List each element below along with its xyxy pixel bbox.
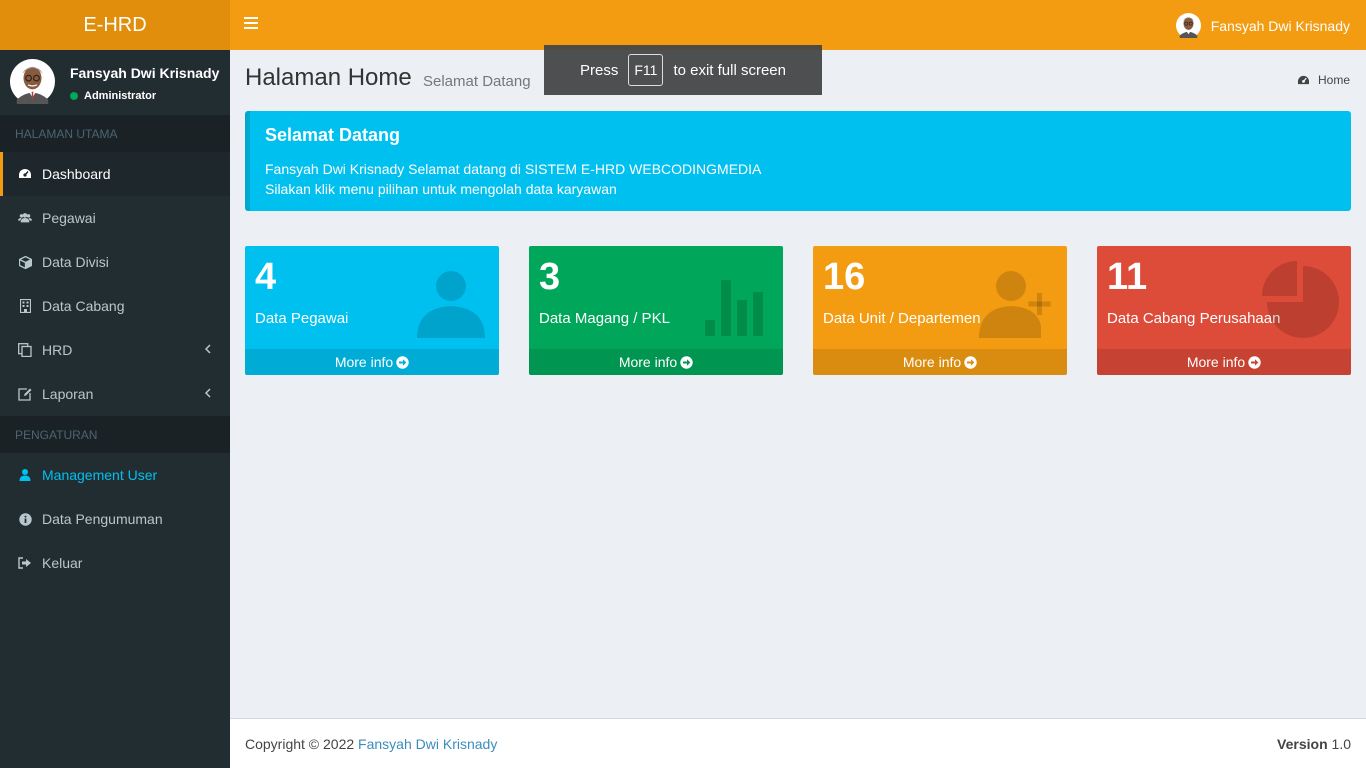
- welcome-callout: Selamat Datang Fansyah Dwi Krisnady Sela…: [245, 111, 1351, 211]
- arrow-circle-right-icon: [680, 356, 693, 369]
- chevron-left-icon: [204, 344, 211, 354]
- logo-text: E-HRD: [83, 13, 147, 36]
- sidebar-section-header: HALAMAN UTAMA: [0, 115, 230, 152]
- stat-box-unit: 16 Data Unit / Departemen More info: [813, 246, 1067, 375]
- top-user-name: Fansyah Dwi Krisnady: [1210, 17, 1350, 34]
- avatar: [1175, 13, 1201, 38]
- author-link[interactable]: Fansyah Dwi Krisnady: [358, 736, 497, 752]
- stat-box-magang: 3 Data Magang / PKL More info: [529, 246, 783, 375]
- sidebar-item-keluar[interactable]: Keluar: [0, 541, 230, 585]
- fullscreen-rest: to exit full screen: [673, 61, 786, 79]
- user-status: Administrator: [70, 90, 156, 102]
- sidebar-item-management-user[interactable]: Management User: [0, 453, 230, 497]
- sidebar-item-label: Management User: [42, 467, 158, 483]
- sidebar-item-data-divisi[interactable]: Data Divisi: [0, 240, 230, 284]
- building-icon: [18, 299, 32, 313]
- sidebar-item-label: Laporan: [42, 386, 94, 402]
- sidebar-item-label: Keluar: [42, 555, 83, 571]
- dashboard-icon: [1297, 75, 1309, 84]
- more-info-link[interactable]: More info: [245, 349, 499, 375]
- dashboard-icon: [18, 167, 32, 181]
- breadcrumb[interactable]: Home: [1297, 73, 1350, 87]
- version-label: Version: [1277, 736, 1328, 752]
- info-icon: [18, 512, 32, 526]
- bar-chart-icon: [705, 280, 763, 336]
- avatar: [10, 59, 55, 104]
- page-subtitle: Selamat Datang: [423, 73, 531, 90]
- stat-box-pegawai: 4 Data Pegawai More info: [245, 246, 499, 375]
- online-dot-icon: [70, 92, 78, 100]
- sidebar: Fansyah Dwi Krisnady Administrator HALAM…: [0, 50, 230, 768]
- sidebar-item-laporan[interactable]: Laporan: [0, 372, 230, 416]
- copyright: Copyright © 2022 Fansyah Dwi Krisnady: [245, 736, 497, 752]
- chevron-left-icon: [204, 388, 211, 398]
- app-logo[interactable]: E-HRD: [0, 0, 230, 50]
- sidebar-item-hrd[interactable]: HRD: [0, 328, 230, 372]
- version-number: 1.0: [1331, 736, 1351, 752]
- sign-out-icon: [18, 556, 32, 570]
- callout-line: Silakan klik menu pilihan untuk mengolah…: [265, 181, 617, 197]
- copyright-text: Copyright © 2022: [245, 736, 355, 752]
- sidebar-item-label: HRD: [42, 342, 73, 358]
- sidebar-item-label: Data Divisi: [42, 254, 109, 270]
- sidebar-item-pegawai[interactable]: Pegawai: [0, 196, 230, 240]
- version: Version 1.0: [1277, 736, 1351, 752]
- cube-icon: [18, 255, 32, 269]
- user-menu[interactable]: Fansyah Dwi Krisnady: [1175, 13, 1350, 38]
- sidebar-item-data-cabang[interactable]: Data Cabang: [0, 284, 230, 328]
- top-navbar: Fansyah Dwi Krisnady: [230, 0, 1366, 50]
- stat-label: Data Magang / PKL: [539, 310, 670, 327]
- arrow-circle-right-icon: [1248, 356, 1261, 369]
- page-title: Halaman Home: [245, 64, 412, 91]
- stat-value: 11: [1107, 256, 1148, 298]
- users-icon: [18, 211, 32, 225]
- sidebar-item-label: Data Cabang: [42, 298, 125, 314]
- user-role: Administrator: [84, 90, 157, 102]
- sidebar-user-name: Fansyah Dwi Krisnady: [70, 65, 220, 81]
- stat-label: Data Pegawai: [255, 310, 349, 327]
- more-info-link[interactable]: More info: [813, 349, 1067, 375]
- callout-title: Selamat Datang: [265, 125, 401, 145]
- stat-value: 4: [255, 256, 277, 298]
- breadcrumb-home[interactable]: Home: [1318, 73, 1350, 87]
- more-info-link[interactable]: More info: [1097, 349, 1351, 375]
- sidebar-toggle-icon[interactable]: [244, 17, 258, 33]
- edit-icon: [18, 387, 32, 401]
- sidebar-item-label: Data Pengumuman: [42, 511, 163, 527]
- callout-line: Fansyah Dwi Krisnady Selamat datang di S…: [265, 161, 762, 177]
- user-icon: [18, 468, 32, 482]
- sidebar-item-dashboard[interactable]: Dashboard: [0, 152, 230, 196]
- sidebar-item-data-pengumuman[interactable]: Data Pengumuman: [0, 497, 230, 541]
- stat-value: 3: [539, 256, 561, 298]
- copy-icon: [18, 343, 32, 357]
- user-icon: [417, 271, 485, 338]
- stat-value: 16: [823, 256, 866, 298]
- stat-box-cabang: 11 Data Cabang Perusahaan More info: [1097, 246, 1351, 375]
- pie-chart-icon: [1262, 261, 1339, 338]
- more-info-link[interactable]: More info: [529, 349, 783, 375]
- fullscreen-key: F11: [628, 54, 664, 86]
- fullscreen-notice: Press F11 to exit full screen: [544, 45, 822, 95]
- stat-label: Data Cabang Perusahaan: [1107, 310, 1281, 327]
- sidebar-item-label: Dashboard: [42, 166, 111, 182]
- arrow-circle-right-icon: [396, 356, 409, 369]
- sidebar-section-header: PENGATURAN: [0, 416, 230, 453]
- stat-label: Data Unit / Departemen: [823, 310, 981, 327]
- sidebar-item-label: Pegawai: [42, 210, 96, 226]
- arrow-circle-right-icon: [964, 356, 977, 369]
- user-panel: Fansyah Dwi Krisnady Administrator: [0, 50, 230, 115]
- fullscreen-press: Press: [580, 61, 619, 79]
- user-plus-icon: [979, 271, 1051, 338]
- footer: Copyright © 2022 Fansyah Dwi Krisnady Ve…: [230, 718, 1366, 768]
